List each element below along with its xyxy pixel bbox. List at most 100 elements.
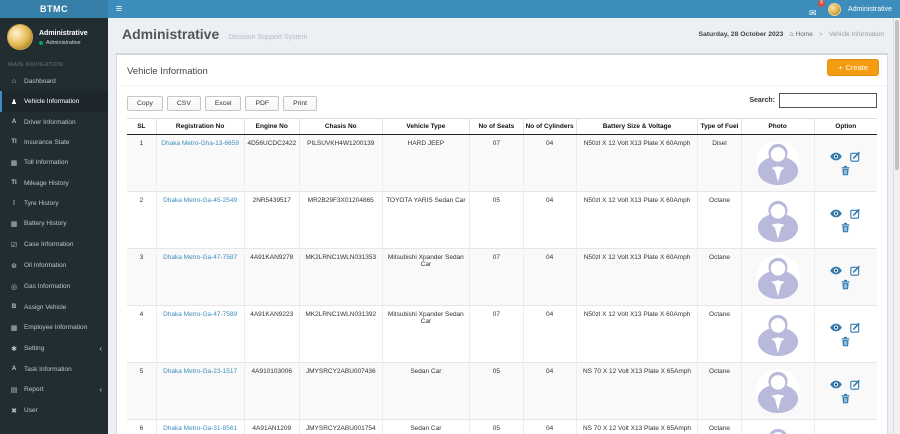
edit-button[interactable] bbox=[850, 379, 861, 390]
sidebar-item-report[interactable]: ▤ Report ‹ bbox=[0, 379, 108, 400]
column-header-registration-no[interactable]: Registration No bbox=[155, 118, 244, 135]
sidebar-item-task-information[interactable]: A Task Information ‹ bbox=[0, 359, 108, 379]
sidebar-item-tyre-history[interactable]: I Tyre History ‹ bbox=[0, 193, 108, 213]
column-header-no-of-cylinders[interactable]: No of Cylinders bbox=[522, 118, 577, 135]
cell-photo bbox=[740, 419, 814, 434]
cell-sl: 2 bbox=[127, 191, 157, 249]
cell-option bbox=[813, 191, 877, 249]
sidebar-item-case-information[interactable]: ☑ Case Information ‹ bbox=[0, 234, 108, 255]
cell-vehicle-type: Mitsubishi Xpander Sedan Car bbox=[381, 305, 470, 363]
globe-icon: ⊛ bbox=[11, 262, 17, 270]
vertical-scrollbar[interactable] bbox=[893, 18, 900, 434]
avatar-placeholder-image bbox=[755, 368, 800, 414]
text-ti-icon: TI bbox=[11, 180, 17, 186]
view-button[interactable] bbox=[830, 152, 843, 161]
column-header-vehicle-type[interactable]: Vehicle Type bbox=[381, 118, 470, 135]
gear-icon: ✱ bbox=[11, 345, 17, 353]
column-header-engine-no[interactable]: Engine No bbox=[243, 118, 300, 135]
breadcrumb-home[interactable]: ⌂ Home bbox=[789, 31, 813, 38]
grid-icon: ▦ bbox=[10, 220, 18, 228]
brand-logo[interactable]: BTMC bbox=[0, 0, 108, 18]
sidebar-item-toll-information[interactable]: ▦ Toll Information ‹ bbox=[0, 152, 108, 173]
excel-export-button[interactable]: Excel bbox=[204, 96, 242, 111]
create-button[interactable]: + Create bbox=[827, 59, 879, 76]
arrows-icon: ✖ bbox=[11, 407, 17, 415]
cell-chasis-no: MK2LRNC1WLN031392 bbox=[299, 305, 382, 363]
column-header-photo[interactable]: Photo bbox=[740, 118, 814, 135]
column-header-sl[interactable]: SL bbox=[127, 118, 157, 135]
cell-vehicle-type: Sedan Car bbox=[381, 362, 470, 420]
cell-chasis-no: JMYSRCY2ABU007436 bbox=[299, 362, 382, 420]
delete-button[interactable] bbox=[824, 222, 868, 233]
view-button[interactable] bbox=[830, 380, 843, 389]
sidebar-item-user[interactable]: ✖ User ‹ bbox=[0, 400, 108, 421]
print-export-button[interactable]: Print bbox=[283, 96, 318, 111]
messages-button[interactable]: ✉ 9 bbox=[809, 0, 826, 18]
sidebar-item-gas-information[interactable]: ◎ Gas Information ‹ bbox=[0, 276, 108, 297]
view-button[interactable] bbox=[830, 209, 843, 218]
font-a-icon: A bbox=[11, 119, 17, 125]
hamburger-menu-icon[interactable]: ≡ bbox=[108, 0, 130, 18]
registration-link[interactable]: Dhaka Metro-Ga-45-2549 bbox=[163, 197, 237, 204]
delete-button[interactable] bbox=[824, 165, 868, 176]
column-header-battery-size-voltage[interactable]: Battery Size & Voltage bbox=[575, 118, 698, 135]
edit-button[interactable] bbox=[850, 322, 861, 333]
registration-link[interactable]: Dhaka Metro-Gha-13-6659 bbox=[161, 140, 239, 147]
registration-link[interactable]: Dhaka Metro-Ga-31-8561 bbox=[163, 425, 237, 432]
search-input[interactable] bbox=[779, 93, 877, 108]
edit-button[interactable] bbox=[850, 151, 861, 162]
cell-chasis-no: PILSUVKH4W1200139 bbox=[299, 134, 382, 192]
cell-photo bbox=[740, 305, 814, 363]
registration-link[interactable]: Dhaka Metro-Ga-47-7587 bbox=[163, 254, 237, 261]
sidebar-item-dashboard[interactable]: ⌂ Dashboard ‹ bbox=[0, 71, 108, 91]
cell-option bbox=[813, 419, 877, 434]
sidebar-item-setting[interactable]: ✱ Setting ‹ bbox=[0, 338, 108, 359]
search-area: Search: bbox=[749, 93, 877, 108]
edit-button[interactable] bbox=[850, 208, 861, 219]
registration-link[interactable]: Dhaka Metro-Ga-23-1517 bbox=[163, 368, 237, 375]
view-button[interactable] bbox=[830, 266, 843, 275]
text-ti-icon: TI bbox=[11, 139, 17, 145]
cell-cylinders: 04 bbox=[522, 305, 577, 363]
sidebar-item-mileage-history[interactable]: TI Mileage History ‹ bbox=[0, 173, 108, 193]
sidebar-item-driver-information[interactable]: A Driver Information ‹ bbox=[0, 112, 108, 132]
vehicle-icon: ♟ bbox=[10, 98, 18, 106]
sidebar-item-insurance-state[interactable]: TI Insurance State ‹ bbox=[0, 132, 108, 152]
delete-button[interactable] bbox=[824, 393, 868, 404]
breadcrumb: Saturday, 28 October 2023 ⌂ Home > Vehicl… bbox=[698, 31, 884, 38]
delete-button[interactable] bbox=[824, 279, 868, 290]
pdf-export-button[interactable]: PDF bbox=[245, 96, 280, 111]
scrollbar-thumb[interactable] bbox=[895, 20, 899, 170]
page-subtitle: Decision Support System bbox=[228, 34, 308, 41]
delete-button[interactable] bbox=[824, 336, 868, 347]
avatar-placeholder-image bbox=[760, 425, 795, 434]
content-header: Administrative Decision Support System S… bbox=[108, 18, 900, 53]
sidebar-item-vehicle-information[interactable]: ♟ Vehicle Information ‹ bbox=[0, 91, 108, 112]
plus-icon: + bbox=[838, 63, 843, 72]
sidebar-item-assign-vehicle[interactable]: B Assign Vehicle ‹ bbox=[0, 297, 108, 317]
sidebar-item-oil-information[interactable]: ⊛ Oil Information ‹ bbox=[0, 255, 108, 276]
user-menu[interactable]: Administrative bbox=[848, 6, 892, 13]
copy-export-button[interactable]: Copy bbox=[127, 96, 163, 111]
user-avatar[interactable] bbox=[828, 2, 842, 16]
edit-button[interactable] bbox=[850, 265, 861, 276]
column-header-no-of-seats[interactable]: No of Seats bbox=[469, 118, 523, 135]
table-row: 5 Dhaka Metro-Ga-23-1517 4A910103006 JMY… bbox=[127, 362, 877, 420]
registration-link[interactable]: Dhaka Metro-Ga-47-7589 bbox=[163, 311, 237, 318]
column-header-type-of-fuel[interactable]: Type of Fuel bbox=[697, 118, 742, 135]
vehicle-table: SL Registration No Engine No Chasis No Vehic… bbox=[127, 118, 877, 434]
csv-export-button[interactable]: CSV bbox=[166, 96, 201, 111]
cell-option bbox=[813, 362, 877, 420]
sidebar-item-employee-information[interactable]: ▦ Employee Information ‹ bbox=[0, 317, 108, 338]
avatar-placeholder-image bbox=[755, 197, 800, 243]
sidebar-item-battery-history[interactable]: ▦ Battery History ‹ bbox=[0, 213, 108, 234]
messages-badge: 9 bbox=[818, 0, 826, 7]
view-button[interactable] bbox=[830, 323, 843, 332]
column-header-option[interactable]: Option bbox=[813, 118, 877, 135]
home-icon: ⌂ bbox=[11, 77, 17, 85]
column-header-chasis-no[interactable]: Chasis No bbox=[299, 118, 382, 135]
navbar-right: ✉ 9 Administrative bbox=[809, 0, 892, 18]
cell-engine-no: 4A91KAN9278 bbox=[243, 248, 300, 306]
cell-photo bbox=[740, 248, 814, 306]
eye-icon bbox=[830, 152, 843, 160]
